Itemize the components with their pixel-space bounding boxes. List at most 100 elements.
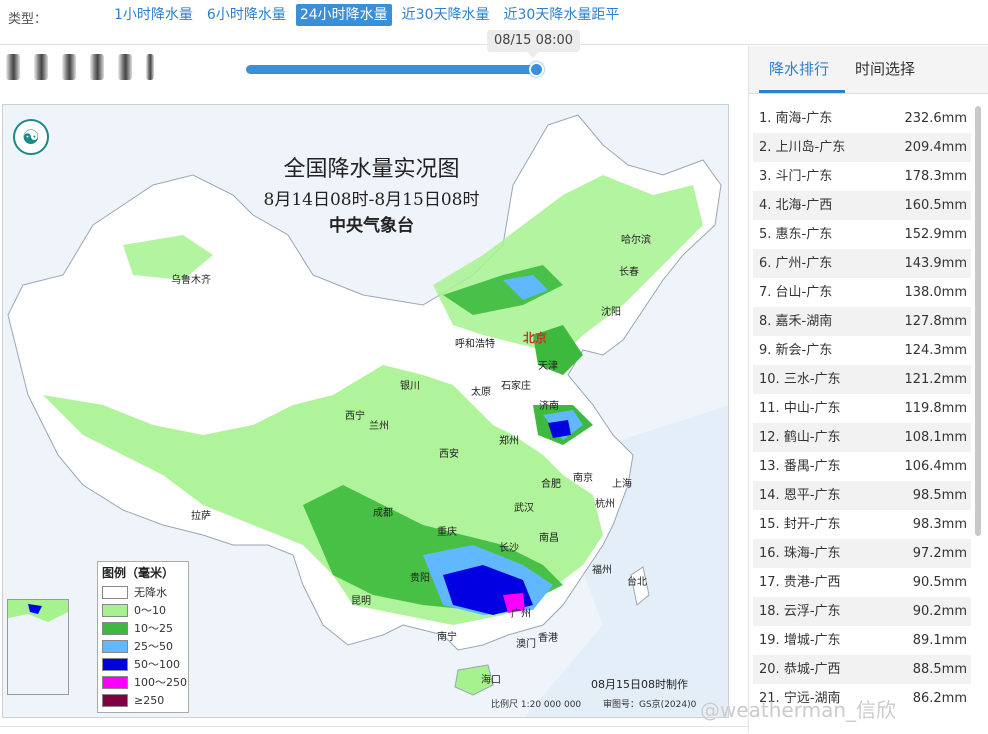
legend-swatch	[102, 639, 128, 653]
ranking-number: 9.	[759, 343, 772, 358]
ranking-label: 2. 上川岛-广东	[759, 133, 845, 162]
legend-row: 无降水	[98, 583, 188, 601]
ranking-station-name: 番禺-广东	[783, 459, 841, 474]
legend-swatch	[102, 657, 128, 671]
ranking-row[interactable]: 3. 斗门-广东 178.3mm	[753, 162, 971, 191]
ranking-value: 98.5mm	[912, 488, 967, 503]
map-scale: 比例尺 1:20 000 000	[491, 700, 582, 710]
city-label: 沈阳	[601, 307, 621, 318]
right-tabs: 降水排行 时间选择	[749, 46, 988, 94]
ranking-list[interactable]: 1. 南海-广东 232.6mm 2. 上川岛-广东 209.4mm 3. 斗门-广东 1…	[753, 104, 971, 734]
ranking-row[interactable]: 7. 台山-广东 138.0mm	[753, 278, 971, 307]
legend-row: ≥250	[98, 691, 188, 709]
tab-precip-ranking[interactable]: 降水排行	[769, 58, 829, 79]
ranking-row[interactable]: 4. 北海-广西 160.5mm	[753, 191, 971, 220]
precip-map[interactable]: ☯ 全国降水量实况图 8月14日08时-8月15日08时 中央气象台 北京 哈尔…	[2, 104, 729, 718]
ranking-value: 124.3mm	[904, 343, 967, 358]
city-label: 武汉	[514, 503, 534, 514]
city-label: 太原	[471, 387, 491, 398]
ranking-row[interactable]: 16. 珠海-广东 97.2mm	[753, 539, 971, 568]
south-china-sea-inset	[7, 599, 69, 695]
ranking-number: 8.	[759, 314, 772, 329]
legend-row: 0～10	[98, 601, 188, 619]
ranking-row[interactable]: 6. 广州-广东 143.9mm	[753, 249, 971, 278]
ranking-number: 3.	[759, 169, 772, 184]
ranking-station-name: 恩平-广东	[783, 488, 841, 503]
city-label: 银川	[400, 381, 420, 392]
legend-label: ≥250	[134, 693, 165, 707]
cma-logo-icon: ☯	[13, 119, 49, 155]
city-label: 长春	[619, 267, 639, 278]
type-label: 类型：	[8, 12, 48, 27]
ranking-label: 14. 恩平-广东	[759, 481, 841, 510]
inset-graphic	[8, 600, 68, 694]
ranking-station-name: 贵港-广西	[783, 575, 841, 590]
ranking-row[interactable]: 17. 贵港-广西 90.5mm	[753, 568, 971, 597]
thumbnail[interactable]	[34, 54, 48, 80]
city-label: 哈尔滨	[621, 235, 651, 246]
ranking-row[interactable]: 11. 中山-广东 119.8mm	[753, 394, 971, 423]
ranking-value: 127.8mm	[904, 314, 967, 329]
legend-row: 100～250	[98, 673, 188, 691]
ranking-label: 13. 番禺-广东	[759, 452, 841, 481]
tab-30d-precip[interactable]: 近30天降水量	[398, 4, 494, 26]
legend-label: 25～50	[134, 640, 173, 653]
legend-swatch	[102, 675, 128, 689]
ranking-row[interactable]: 10. 三水-广东 121.2mm	[753, 365, 971, 394]
ranking-value: 106.4mm	[904, 459, 967, 474]
ranking-row[interactable]: 12. 鹤山-广东 108.1mm	[753, 423, 971, 452]
ranking-row[interactable]: 5. 惠东-广东 152.9mm	[753, 220, 971, 249]
ranking-label: 19. 增城-广东	[759, 626, 841, 655]
time-slider[interactable]	[246, 62, 544, 77]
city-label: 天津	[538, 361, 558, 372]
ranking-row[interactable]: 15. 封开-广东 98.3mm	[753, 510, 971, 539]
ranking-station-name: 南海-广东	[775, 111, 833, 126]
thumbnail[interactable]	[6, 54, 20, 80]
tab-time-select[interactable]: 时间选择	[855, 58, 915, 79]
ranking-row[interactable]: 8. 嘉禾-湖南 127.8mm	[753, 307, 971, 336]
ranking-label: 5. 惠东-广东	[759, 220, 832, 249]
ranking-row[interactable]: 14. 恩平-广东 98.5mm	[753, 481, 971, 510]
ranking-value: 89.1mm	[912, 633, 967, 648]
thumbnail[interactable]	[90, 54, 104, 80]
city-label: 昆明	[351, 596, 371, 607]
ranking-number: 13.	[759, 459, 780, 474]
ranking-row[interactable]: 1. 南海-广东 232.6mm	[753, 104, 971, 133]
time-slider-handle[interactable]	[529, 62, 544, 77]
ranking-label: 11. 中山-广东	[759, 394, 841, 423]
city-label: 呼和浩特	[455, 339, 495, 350]
ranking-value: 90.2mm	[912, 604, 967, 619]
ranking-number: 12.	[759, 430, 780, 445]
thumbnail[interactable]	[118, 54, 132, 80]
ranking-station-name: 增城-广东	[783, 633, 841, 648]
city-label: 长沙	[499, 543, 519, 554]
thumbnail[interactable]	[62, 54, 76, 80]
ranking-row[interactable]: 18. 云浮-广东 90.2mm	[753, 597, 971, 626]
legend-row: 50～100	[98, 655, 188, 673]
tab-6h-precip[interactable]: 6小时降水量	[203, 4, 290, 26]
legend-swatch	[102, 585, 128, 599]
city-label: 石家庄	[501, 381, 531, 392]
city-label: 乌鲁木齐	[171, 275, 211, 286]
ranking-row[interactable]: 9. 新会-广东 124.3mm	[753, 336, 971, 365]
thumbnail[interactable]	[146, 54, 154, 80]
ranking-label: 15. 封开-广东	[759, 510, 841, 539]
tab-30d-anomaly[interactable]: 近30天降水量距平	[500, 4, 624, 26]
tab-1h-precip[interactable]: 1小时降水量	[110, 4, 197, 26]
ranking-station-name: 台山-广东	[775, 285, 833, 300]
tab-24h-precip[interactable]: 24小时降水量	[295, 4, 392, 26]
ranking-row[interactable]: 2. 上川岛-广东 209.4mm	[753, 133, 971, 162]
city-label: 台北	[627, 577, 647, 588]
ranking-station-name: 上川岛-广东	[775, 140, 846, 155]
ranking-label: 12. 鹤山-广东	[759, 423, 841, 452]
legend-label: 10～25	[134, 622, 173, 635]
ranking-value: 143.9mm	[904, 256, 967, 271]
ranking-station-name: 珠海-广东	[783, 546, 841, 561]
ranking-row[interactable]: 20. 恭城-广西 88.5mm	[753, 655, 971, 684]
ranking-label: 7. 台山-广东	[759, 278, 832, 307]
ranking-row[interactable]: 19. 增城-广东 89.1mm	[753, 626, 971, 655]
ranking-scrollbar[interactable]	[975, 106, 981, 536]
city-label: 广州	[511, 609, 531, 620]
ranking-row[interactable]: 13. 番禺-广东 106.4mm	[753, 452, 971, 481]
city-label: 澳门	[516, 639, 536, 650]
